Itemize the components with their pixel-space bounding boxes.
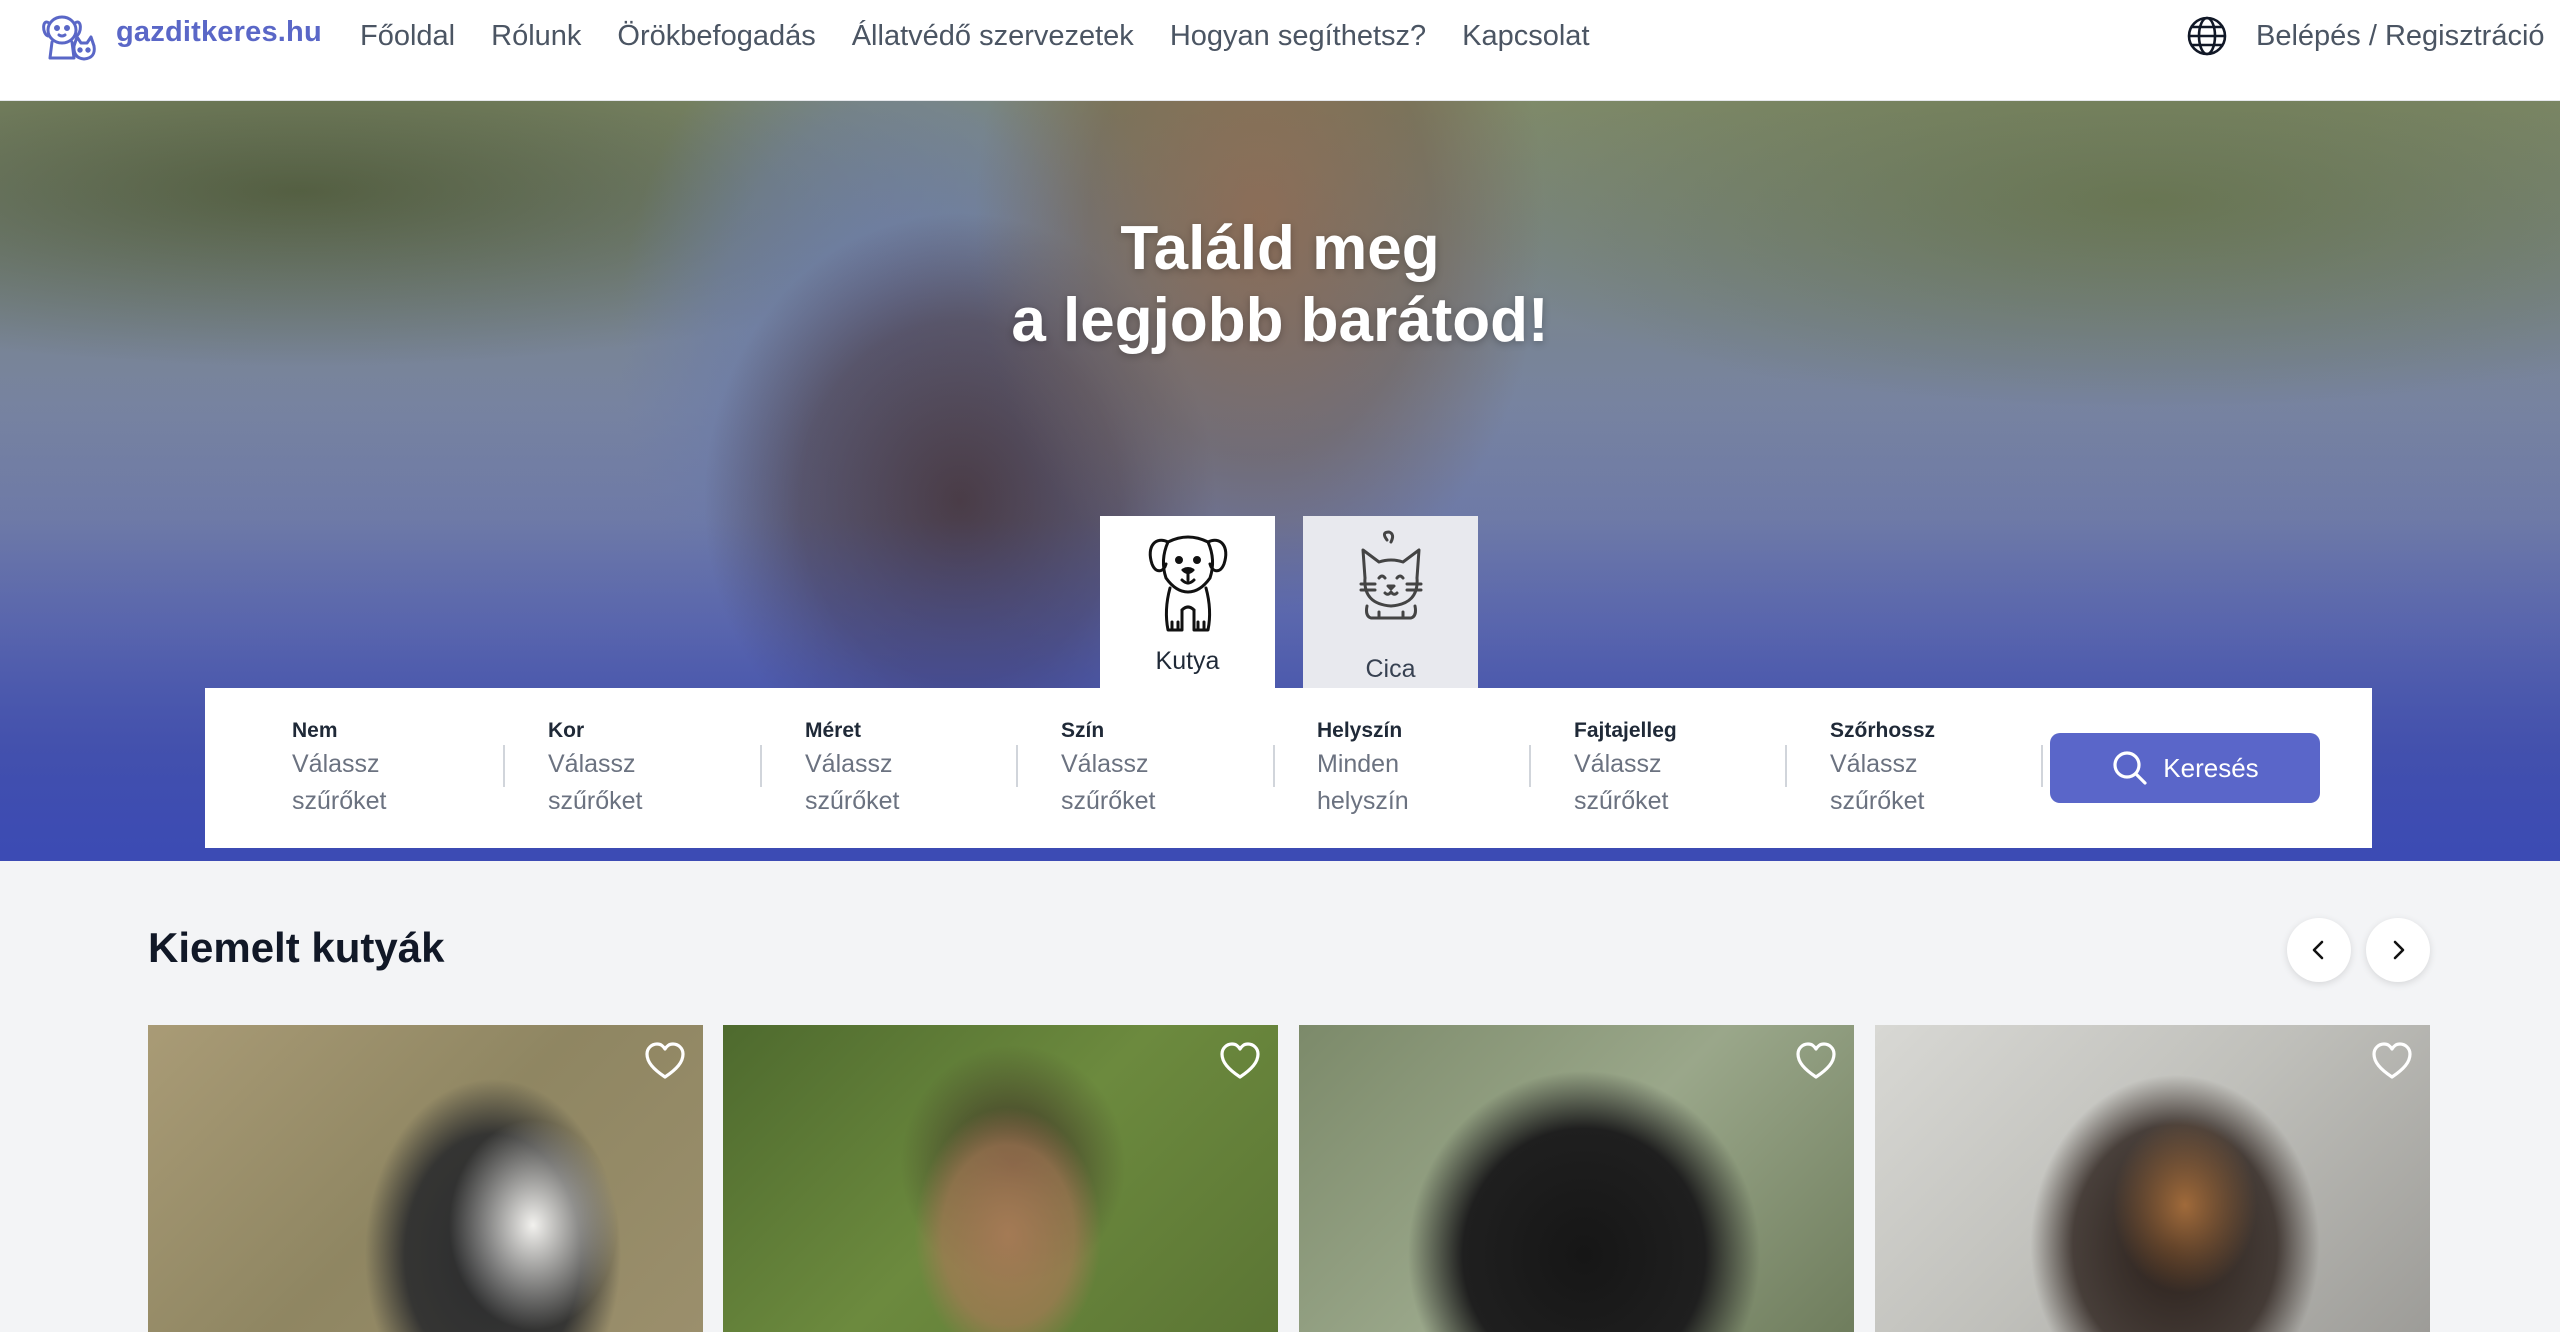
black-dog-photo <box>1299 1025 1854 1332</box>
logo-text: gazditkeres.hu <box>116 15 322 48</box>
filter-kor[interactable]: Kor Válassz szűrőket <box>548 716 758 820</box>
search-icon <box>2113 751 2147 785</box>
filter-value: Válassz szűrőket <box>292 750 387 815</box>
filter-title: Fajtajelleg <box>1574 719 1677 742</box>
dog-card[interactable] <box>1299 1025 1854 1332</box>
site-header: gazditkeres.hu Főoldal Rólunk Örökbefoga… <box>0 0 2560 101</box>
filter-value: Válassz szűrőket <box>1574 750 1669 815</box>
filter-divider <box>2041 745 2043 787</box>
filter-fajtajelleg[interactable]: Fajtajelleg Válassz szűrőket <box>1574 716 1784 820</box>
filter-helyszin[interactable]: Helyszín Minden helyszín <box>1317 716 1527 820</box>
hero-section: Találd meg a legjobb barátod! Kutya Cica… <box>0 101 2560 861</box>
nav-item-orokbefogadas[interactable]: Örökbefogadás <box>617 18 815 54</box>
nav-item-hogyan-segithetsz[interactable]: Hogyan segíthetsz? <box>1170 18 1426 54</box>
dog-icon <box>1148 535 1228 632</box>
search-button-label: Keresés <box>2163 752 2259 783</box>
filter-title: Nem <box>292 719 338 742</box>
carousel-next-button[interactable] <box>2366 918 2430 982</box>
filter-value: Válassz szűrőket <box>1061 750 1156 815</box>
tab-cat[interactable]: Cica <box>1303 516 1478 688</box>
filter-szorhossz[interactable]: Szőrhossz Válassz szűrőket <box>1830 716 2040 820</box>
filter-value: Válassz szűrőket <box>1830 750 1925 815</box>
tab-cat-label: Cica <box>1365 655 1416 683</box>
filter-value: Válassz szűrőket <box>548 750 643 815</box>
filter-title: Kor <box>548 719 585 742</box>
filter-value: Válassz szűrőket <box>805 750 900 815</box>
heart-icon[interactable] <box>2370 1039 2414 1083</box>
logo-icon <box>42 15 96 61</box>
cat-icon <box>1359 530 1423 620</box>
nav-item-kapcsolat[interactable]: Kapcsolat <box>1462 18 1589 54</box>
tan-black-dog-photo <box>1875 1025 2430 1332</box>
filter-nem[interactable]: Nem Válassz szűrőket <box>292 716 502 820</box>
filter-szin[interactable]: Szín Válassz szűrőket <box>1061 716 1271 820</box>
heart-icon[interactable] <box>1218 1039 1262 1083</box>
husky-photo <box>148 1025 703 1332</box>
nav-item-rolunk[interactable]: Rólunk <box>491 18 581 54</box>
dog-card[interactable] <box>148 1025 703 1332</box>
login-register-link[interactable]: Belépés / Regisztráció <box>2256 18 2545 54</box>
filter-divider <box>760 745 762 787</box>
featured-dogs-title: Kiemelt kutyák <box>148 924 445 971</box>
filter-divider <box>1273 745 1275 787</box>
site-logo[interactable]: gazditkeres.hu <box>36 6 322 66</box>
filter-divider <box>1529 745 1531 787</box>
dog-card[interactable] <box>723 1025 1278 1332</box>
filter-value: Minden helyszín <box>1317 750 1409 815</box>
filter-divider <box>1016 745 1018 787</box>
dog-card[interactable] <box>1875 1025 2430 1332</box>
carousel-prev-button[interactable] <box>2287 918 2351 982</box>
hero-title: Találd meg a legjobb barátod! <box>0 213 2560 357</box>
filter-meret[interactable]: Méret Válassz szűrőket <box>805 716 1015 820</box>
nav-item-allatvedo-szervezetek[interactable]: Állatvédő szervezetek <box>852 18 1134 54</box>
globe-icon[interactable] <box>2186 15 2228 57</box>
tab-dog-label: Kutya <box>1155 647 1220 675</box>
filter-title: Helyszín <box>1317 719 1403 742</box>
main-nav: Főoldal Rólunk Örökbefogadás Állatvédő s… <box>360 18 1626 54</box>
filter-title: Méret <box>805 719 862 742</box>
brown-dog-photo <box>723 1025 1278 1332</box>
search-button[interactable]: Keresés <box>2050 733 2320 803</box>
chevron-left-icon <box>2312 940 2324 960</box>
chevron-right-icon <box>2393 940 2405 960</box>
heart-icon[interactable] <box>643 1039 687 1083</box>
search-filter-bar: Nem Válassz szűrőket Kor Válassz szűrőke… <box>205 688 2372 848</box>
nav-item-fooldal[interactable]: Főoldal <box>360 18 455 54</box>
filter-divider <box>503 745 505 787</box>
filter-divider <box>1785 745 1787 787</box>
filter-title: Szín <box>1061 719 1105 742</box>
heart-icon[interactable] <box>1794 1039 1838 1083</box>
hero-title-line2: a legjobb barátod! <box>1011 286 1549 355</box>
tab-dog[interactable]: Kutya <box>1100 516 1275 688</box>
hero-title-line1: Találd meg <box>1120 214 1440 283</box>
filter-title: Szőrhossz <box>1830 719 1936 742</box>
